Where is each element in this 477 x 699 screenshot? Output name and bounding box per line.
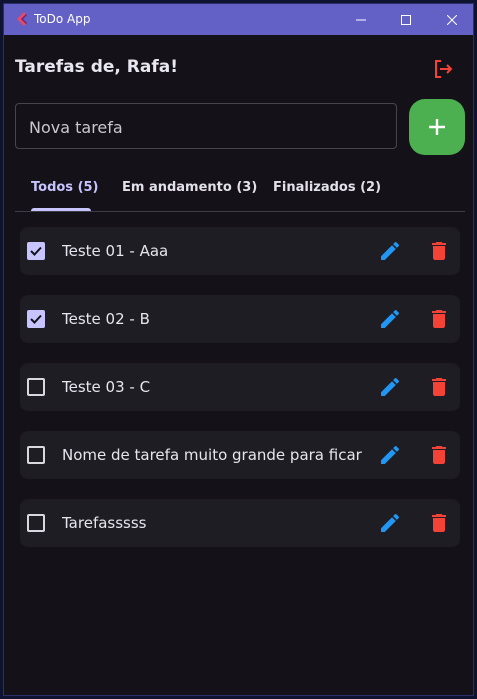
new-task-field[interactable] [15, 103, 397, 150]
task-item[interactable]: Tarefasssss [20, 499, 460, 547]
task-label: Teste 01 - Aaa [62, 242, 169, 260]
filter-tabs: Todos (5) Em andamento (3) Finalizados (… [15, 171, 465, 213]
app-window: ToDo App Tarefas de, Rafa! Todos (5) Em … [3, 3, 474, 696]
add-task-button[interactable] [409, 99, 465, 155]
check-icon [30, 246, 42, 256]
delete-icon[interactable] [427, 307, 451, 331]
check-icon [30, 314, 42, 324]
task-label: Tarefasssss [62, 514, 147, 532]
maximize-button[interactable] [383, 4, 429, 35]
maximize-icon [401, 14, 411, 25]
task-checkbox[interactable] [27, 446, 45, 464]
delete-icon[interactable] [427, 239, 451, 263]
task-checkbox[interactable] [27, 378, 45, 396]
close-icon [447, 14, 457, 25]
edit-icon[interactable] [378, 239, 402, 263]
edit-icon[interactable] [378, 307, 402, 331]
edit-icon[interactable] [378, 375, 402, 399]
delete-icon[interactable] [427, 375, 451, 399]
page-title: Tarefas de, Rafa! [15, 57, 178, 77]
window-title: ToDo App [34, 12, 91, 26]
close-button[interactable] [429, 4, 473, 35]
main-content: Tarefas de, Rafa! Todos (5) Em andamento… [4, 35, 473, 695]
delete-icon[interactable] [427, 443, 451, 467]
edit-icon[interactable] [378, 511, 402, 535]
task-checkbox[interactable] [27, 242, 45, 260]
task-label: Teste 02 - B [62, 310, 150, 328]
task-checkbox[interactable] [27, 514, 45, 532]
tab-finalizados[interactable]: Finalizados (2) [273, 180, 381, 195]
tabs-divider [15, 211, 465, 212]
minimize-button[interactable] [338, 4, 384, 35]
minimize-icon [356, 19, 366, 20]
task-label: Teste 03 - C [62, 378, 151, 396]
tab-em-andamento[interactable]: Em andamento (3) [122, 180, 257, 195]
task-item[interactable]: Nome de tarefa muito grande para ficar [20, 431, 460, 479]
task-item[interactable]: Teste 01 - Aaa [20, 227, 460, 275]
task-item[interactable]: Teste 03 - C [20, 363, 460, 411]
task-checkbox[interactable] [27, 310, 45, 328]
delete-icon[interactable] [427, 511, 451, 535]
plus-icon [429, 119, 445, 135]
title-bar[interactable]: ToDo App [4, 4, 473, 35]
tab-todos[interactable]: Todos (5) [31, 180, 99, 195]
task-item[interactable]: Teste 02 - B [20, 295, 460, 343]
edit-icon[interactable] [378, 443, 402, 467]
task-label: Nome de tarefa muito grande para ficar [62, 446, 362, 464]
new-task-input[interactable] [27, 104, 391, 150]
app-logo-icon [17, 12, 27, 26]
logout-icon[interactable] [431, 57, 455, 81]
